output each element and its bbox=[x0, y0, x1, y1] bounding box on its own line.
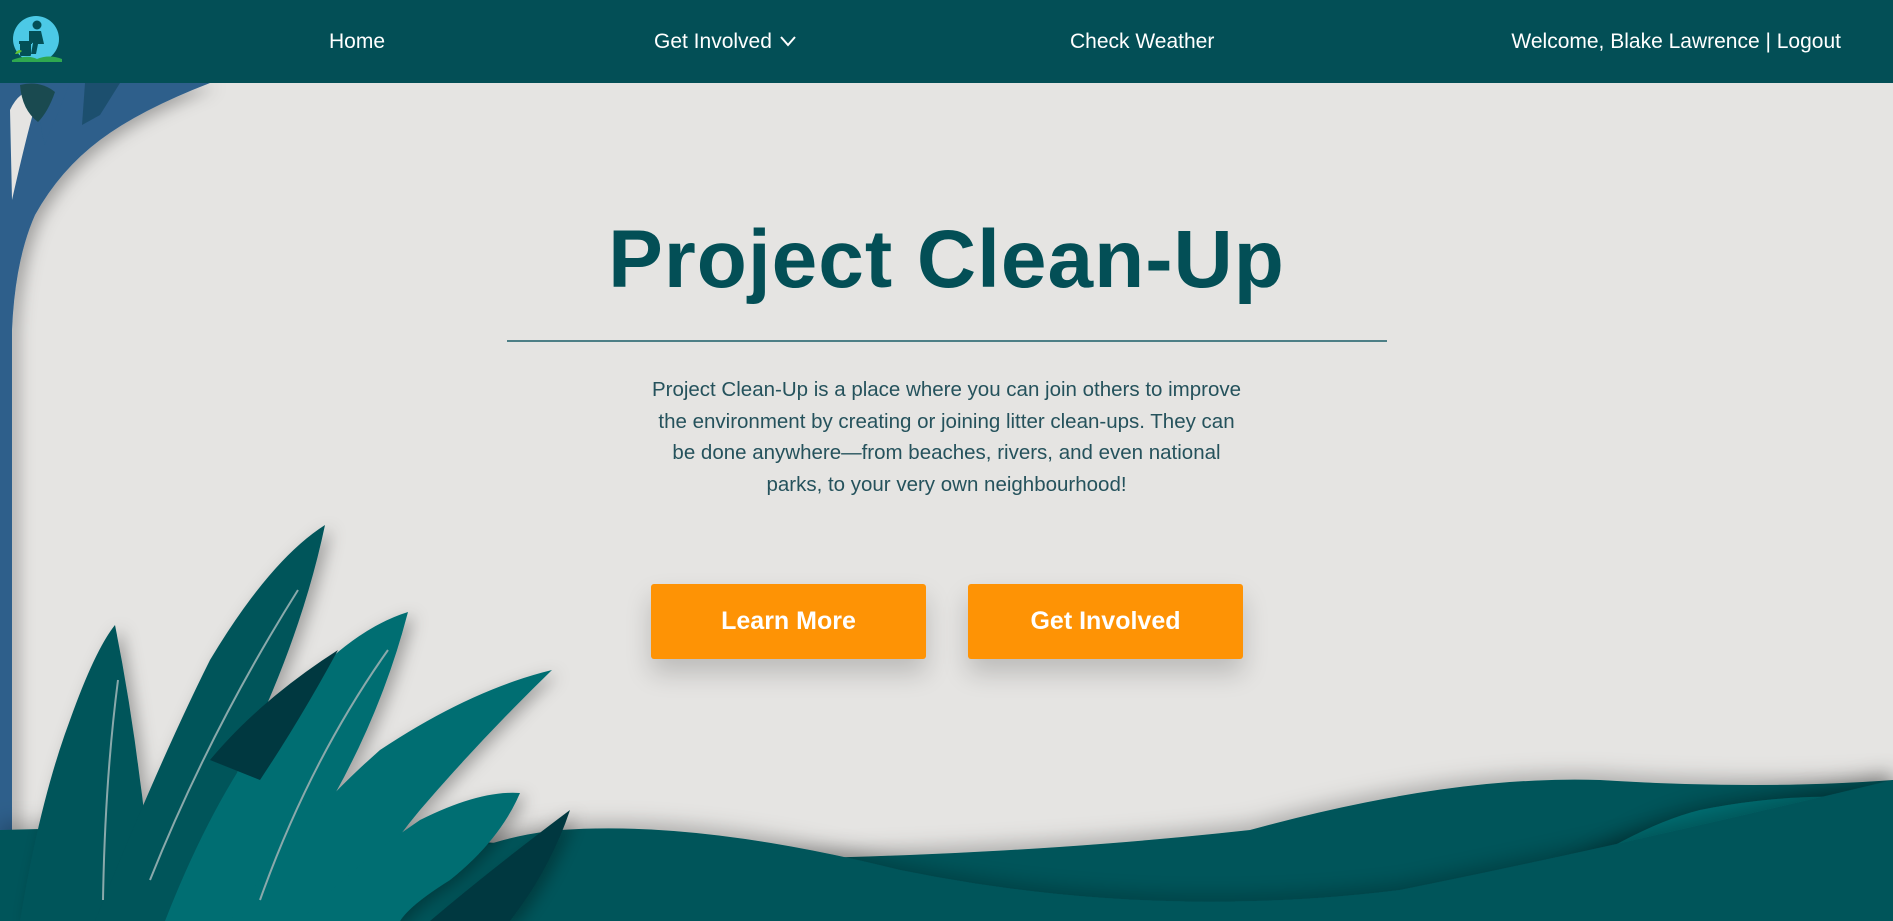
get-involved-button[interactable]: Get Involved bbox=[968, 584, 1243, 659]
chevron-down-icon bbox=[780, 36, 796, 47]
nav-get-involved-label: Get Involved bbox=[654, 30, 772, 53]
top-navbar: Home Get Involved Check Weather Welcome,… bbox=[0, 0, 1893, 83]
learn-more-button[interactable]: Learn More bbox=[651, 584, 926, 659]
nav-check-weather-link[interactable]: Check Weather bbox=[1070, 0, 1214, 83]
user-welcome-logout-link[interactable]: Welcome, Blake Lawrence | Logout bbox=[1511, 0, 1841, 83]
title-divider bbox=[507, 340, 1387, 342]
hero-description: Project Clean-Up is a place where you ca… bbox=[651, 378, 1242, 496]
person-litter-bin-logo-icon[interactable] bbox=[7, 14, 65, 68]
nav-get-involved-dropdown[interactable]: Get Involved bbox=[654, 0, 796, 83]
page-title: Project Clean-Up bbox=[608, 214, 1285, 305]
nav-home-link[interactable]: Home bbox=[329, 0, 385, 83]
